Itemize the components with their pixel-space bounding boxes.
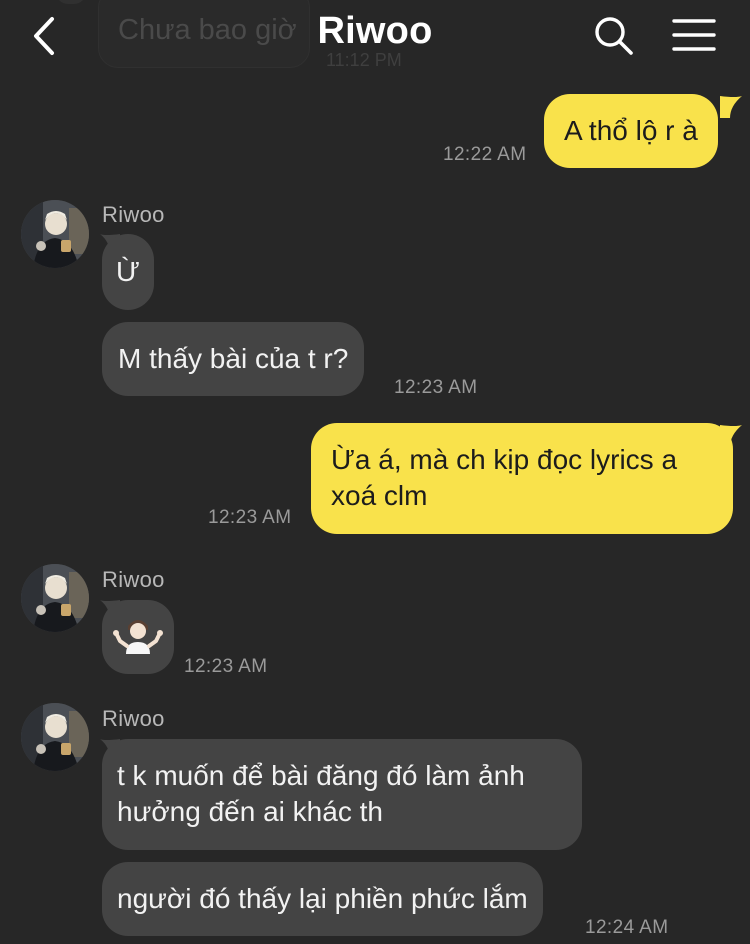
- message-text-line: Ừa á, mà ch kịp đọc lyrics a: [331, 444, 678, 475]
- avatar[interactable]: [21, 703, 89, 771]
- avatar-photo: [21, 703, 89, 771]
- avatar[interactable]: [21, 200, 89, 268]
- message-text: A thổ lộ r à: [564, 115, 698, 146]
- outgoing-message-bubble[interactable]: A thổ lộ r à: [544, 94, 718, 168]
- message-time: 12:22 AM: [443, 144, 527, 165]
- message-time: 12:24 AM: [585, 917, 669, 938]
- avatar-photo: [21, 200, 89, 268]
- sender-name: Riwoo: [102, 567, 165, 592]
- message-time: 12:23 AM: [208, 507, 292, 528]
- incoming-message-bubble[interactable]: t k muốn để bài đăng đó làm ảnh hưởng đế…: [102, 739, 582, 850]
- incoming-message-bubble[interactable]: Ừ: [102, 234, 154, 310]
- bubble-tail: [720, 96, 742, 118]
- incoming-message-bubble[interactable]: người đó thấy lại phiền phức lắm: [102, 862, 543, 936]
- menu-button[interactable]: [668, 12, 720, 60]
- sender-name: Riwoo: [102, 202, 165, 227]
- hamburger-menu-icon: [672, 19, 716, 51]
- incoming-message-bubble[interactable]: M thấy bài của t r?: [102, 322, 365, 396]
- message-text-line: xoá clm: [331, 480, 428, 511]
- bubble-tail: [720, 425, 742, 447]
- incoming-message-bubble[interactable]: [102, 600, 174, 674]
- message-text: M thấy bài của t r?: [118, 343, 349, 374]
- outgoing-message-bubble[interactable]: Ừa á, mà ch kịp đọc lyrics a xoá clm: [311, 423, 733, 534]
- message-time: 12:23 AM: [184, 656, 268, 677]
- message-text-line: hưởng đến ai khác th: [117, 796, 383, 827]
- chat-header: Riwoo: [0, 0, 750, 80]
- message-text: người đó thấy lại phiền phức lắm: [117, 883, 528, 914]
- man-shrugging-emoji: [113, 620, 163, 654]
- message-time: 12:23 AM: [394, 377, 478, 398]
- message-text-line: t k muốn để bài đăng đó làm ảnh: [117, 760, 525, 791]
- search-icon: [595, 17, 633, 55]
- avatar-photo: [21, 564, 89, 632]
- message-text: Ừ: [116, 256, 140, 287]
- sender-name: Riwoo: [102, 706, 165, 731]
- avatar[interactable]: [21, 564, 89, 632]
- search-button[interactable]: [590, 12, 638, 60]
- chat-screen: Chưa bao giờ 11:12 PM Riwoo 12:22 AM A t…: [0, 0, 750, 944]
